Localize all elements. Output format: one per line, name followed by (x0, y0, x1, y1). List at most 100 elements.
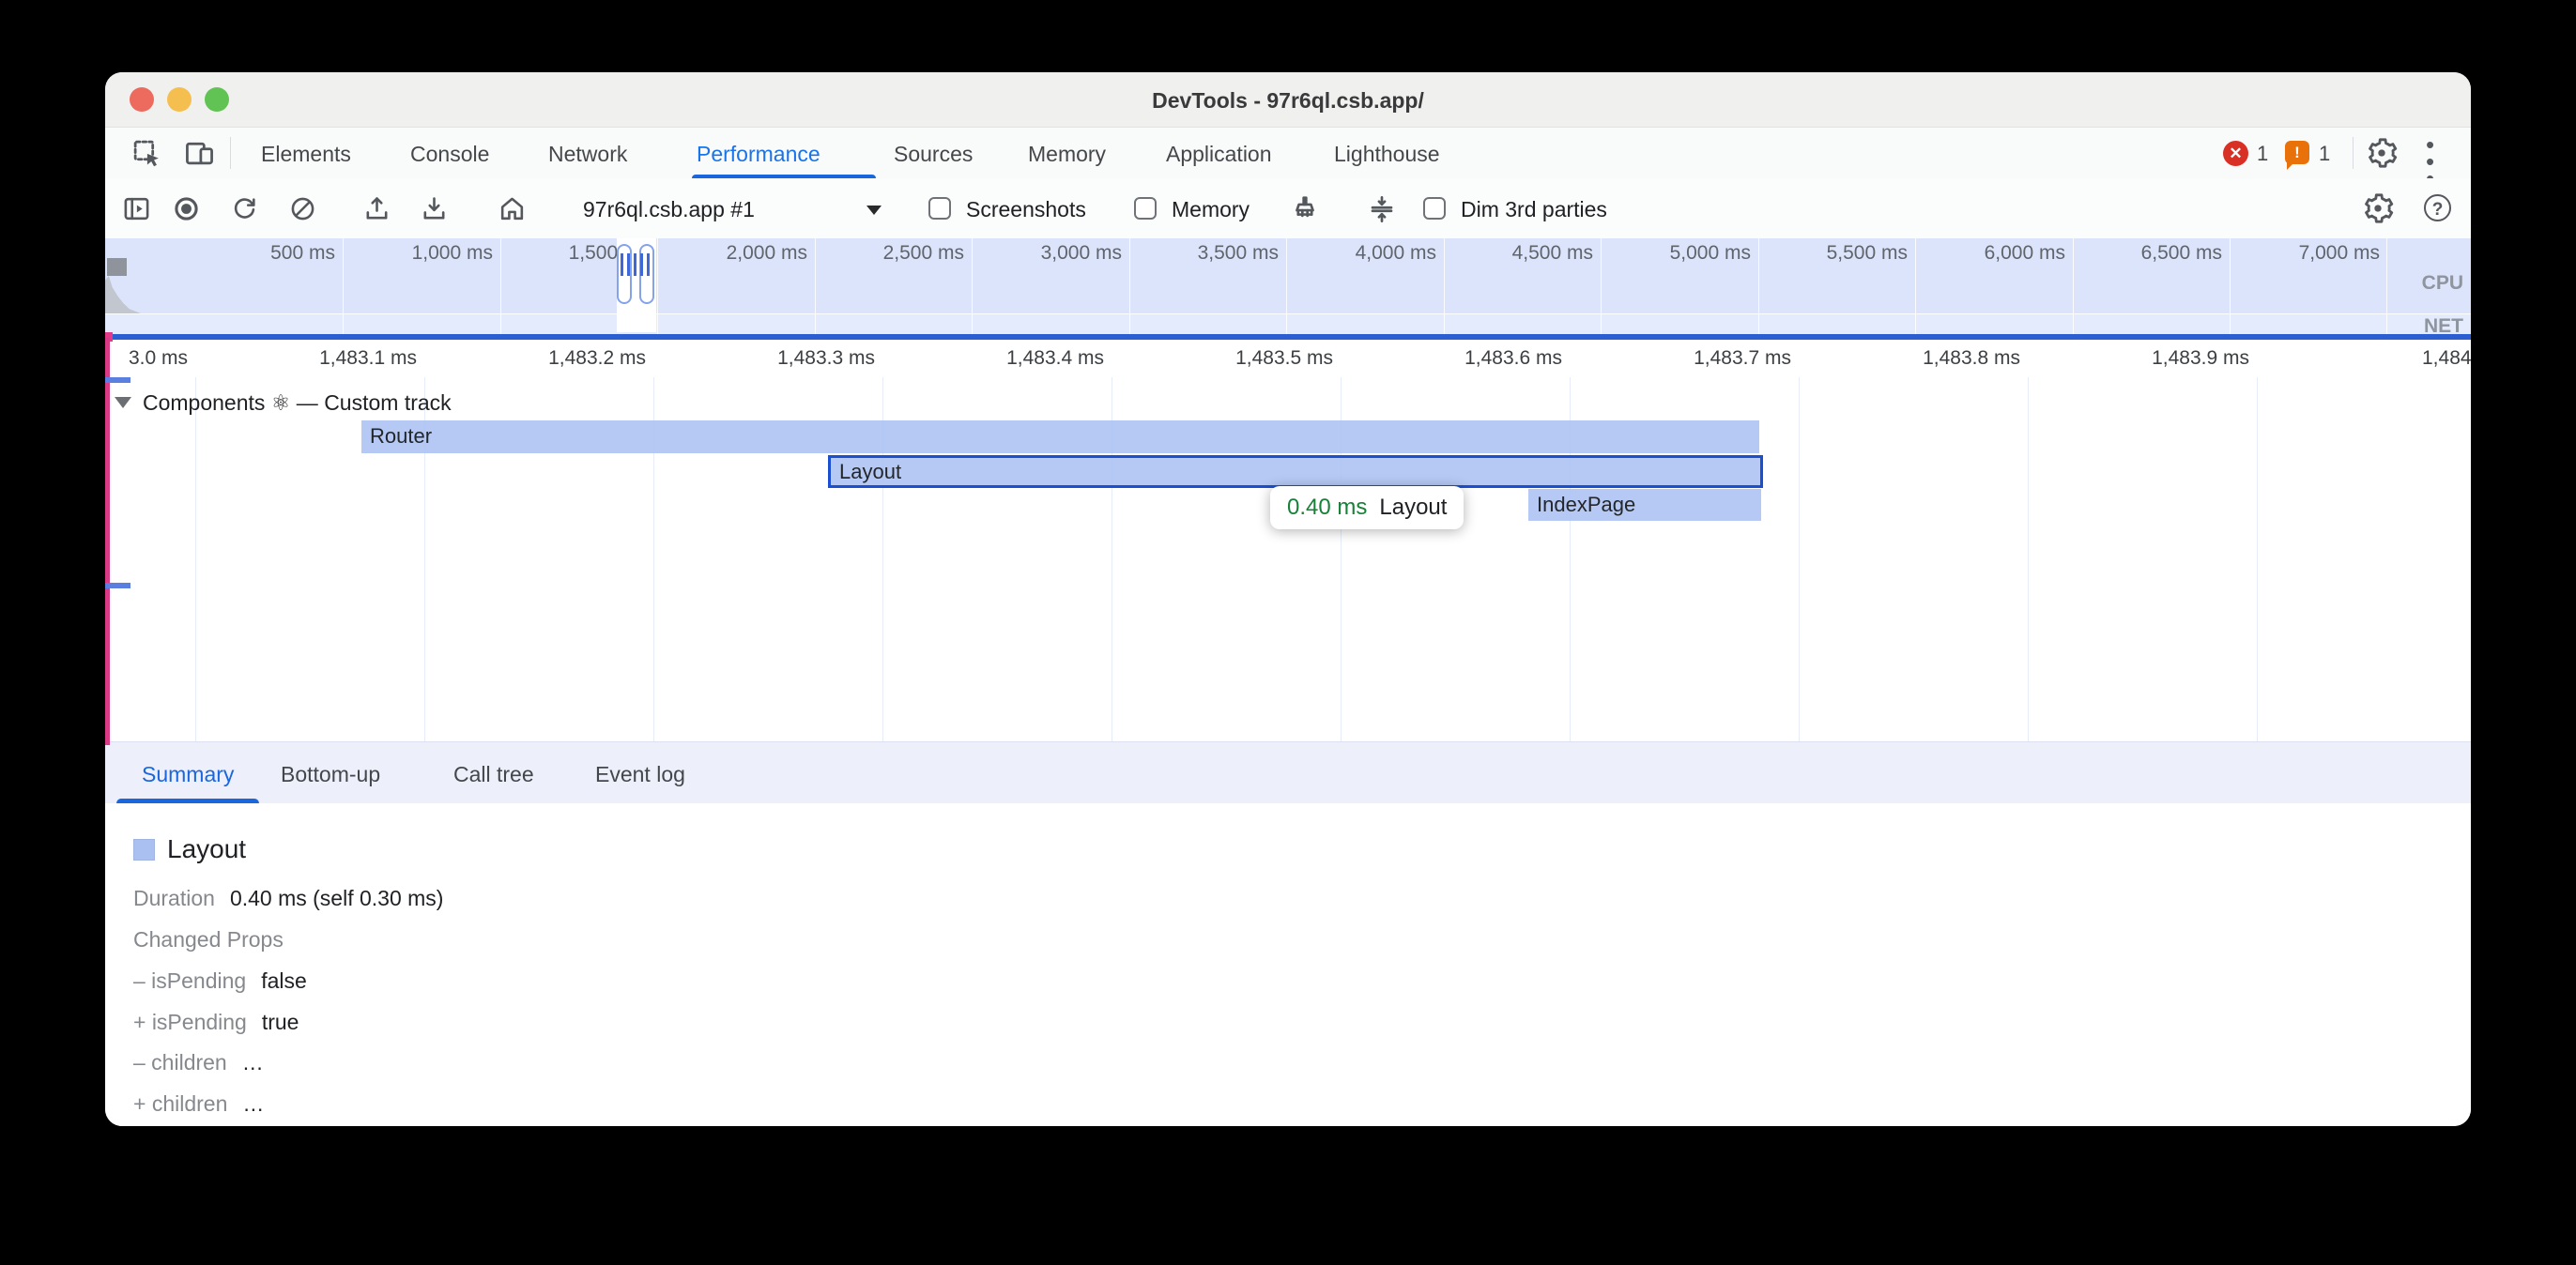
flame-bar-router[interactable]: Router (361, 420, 1759, 453)
overview-tick: 3,500 ms (1110, 242, 1279, 265)
titlebar: DevTools - 97r6ql.csb.app/ (105, 72, 2471, 128)
window-title: DevTools - 97r6ql.csb.app/ (105, 72, 2471, 127)
collapse-track-icon[interactable] (115, 397, 131, 408)
devtools-tabbar: Elements Console Network Performance Sou… (105, 128, 2471, 178)
tab-lighthouse[interactable]: Lighthouse (1334, 128, 1440, 178)
tab-summary[interactable]: Summary (142, 742, 234, 804)
tooltip-event-name: Layout (1379, 495, 1447, 521)
tab-sources[interactable]: Sources (894, 128, 973, 178)
tooltip-duration: 0.40 ms (1287, 495, 1367, 521)
ruler-tick: 1,483.6 ms (1403, 347, 1562, 370)
track-header[interactable]: Components ⚛ — Custom track (115, 389, 452, 416)
dim-3rd-parties-label[interactable]: Dim 3rd parties (1461, 178, 1607, 238)
ruler-tick: 1,483.5 ms (1173, 347, 1333, 370)
tab-memory[interactable]: Memory (1028, 128, 1106, 178)
summary-row: + isPending true (133, 1008, 299, 1036)
screenshots-label[interactable]: Screenshots (966, 178, 1086, 238)
tab-event-log[interactable]: Event log (595, 742, 685, 804)
overview-event-tick (647, 253, 650, 276)
overview-tick: 5,500 ms (1739, 242, 1908, 265)
overview-event-tick (640, 253, 643, 276)
capture-settings-gear-icon[interactable] (2362, 192, 2394, 229)
overview-tick: 4,500 ms (1424, 242, 1593, 265)
details-tabstrip: Summary Bottom-up Call tree Event log (105, 741, 2471, 803)
track-extent-cap-bottom (105, 583, 130, 588)
tab-console[interactable]: Console (410, 128, 489, 178)
tab-network[interactable]: Network (548, 128, 627, 178)
summary-row-label: – children (133, 1050, 227, 1075)
ruler-tick: 1,483.2 ms (486, 347, 646, 370)
cpu-activity-block (107, 258, 127, 276)
summary-row: + children … (133, 1090, 264, 1118)
toggle-device-toolbar-icon[interactable] (184, 138, 215, 169)
dim-3rd-parties-checkbox[interactable] (1423, 197, 1446, 220)
cpu-track-label: CPU (2422, 272, 2463, 295)
tab-call-tree[interactable]: Call tree (453, 742, 534, 804)
summary-row-label: – isPending (133, 968, 246, 994)
summary-row-label: + isPending (133, 1010, 247, 1035)
tabbar-divider (2353, 137, 2354, 169)
screen: DevTools - 97r6ql.csb.app/ Elements Cons… (0, 0, 2576, 1265)
detail-time-ruler: 3.0 ms 1,483.1 ms 1,483.2 ms 1,483.3 ms … (105, 340, 2471, 377)
record-and-reload-button[interactable] (230, 194, 259, 228)
devtools-window: DevTools - 97r6ql.csb.app/ Elements Cons… (105, 72, 2471, 1126)
help-icon[interactable]: ? (2424, 194, 2451, 221)
overview-event-tick (621, 253, 623, 276)
history-dropdown-caret-icon[interactable] (866, 206, 882, 215)
ruler-tick: 1,483.1 ms (257, 347, 417, 370)
overview-tick: 7,000 ms (2211, 242, 2380, 265)
ruler-tick: 1,483.9 ms (2090, 347, 2249, 370)
error-badge-icon[interactable]: ✕ (2223, 141, 2248, 166)
ruler-tick: 1,483.7 ms (1632, 347, 1791, 370)
track-title: Components ⚛ — Custom track (143, 390, 452, 416)
overview-tick: 5,000 ms (1582, 242, 1751, 265)
warning-count[interactable]: 1 (2319, 128, 2330, 178)
overview-tick: 4,000 ms (1267, 242, 1436, 265)
settings-gear-icon[interactable] (2366, 137, 2398, 169)
clear-recordings-button[interactable] (288, 194, 317, 228)
summary-row: – children … (133, 1048, 264, 1076)
summary-row-value: … (242, 1050, 264, 1075)
flame-bar-indexpage[interactable]: IndexPage (1528, 489, 1761, 521)
overview-tick: 500 ms (166, 242, 335, 265)
summary-row-label: Changed Props (133, 927, 284, 953)
summary-pane: Layout Duration 0.40 ms (self 0.30 ms) C… (105, 803, 2471, 1126)
summary-row-value: … (242, 1091, 264, 1117)
tab-application[interactable]: Application (1166, 128, 1272, 178)
event-tooltip: 0.40 ms Layout (1270, 486, 1464, 529)
capture-settings-collapse-icon[interactable] (1367, 194, 1397, 229)
memory-label[interactable]: Memory (1172, 178, 1250, 238)
components-track: Components ⚛ — Custom track Router Layou… (105, 377, 2471, 741)
save-profile-icon[interactable] (420, 194, 449, 228)
overview-tick: 2,000 ms (638, 242, 807, 265)
summary-row: Changed Props (133, 925, 299, 953)
warning-badge-icon[interactable]: ! (2285, 141, 2309, 164)
error-count[interactable]: 1 (2257, 128, 2268, 178)
summary-row-value: true (262, 1010, 299, 1035)
summary-row: Duration 0.40 ms (self 0.30 ms) (133, 884, 443, 912)
flame-bar-layout[interactable]: Layout (828, 455, 1763, 488)
ruler-tick: 1,484 (2319, 347, 2471, 370)
tab-bottom-up[interactable]: Bottom-up (281, 742, 380, 804)
load-profile-icon[interactable] (362, 194, 391, 228)
event-color-swatch (133, 839, 155, 861)
tab-elements[interactable]: Elements (261, 128, 351, 178)
overview-event-tick (627, 253, 630, 276)
inspect-element-icon[interactable] (131, 138, 162, 169)
collect-garbage-icon[interactable] (1290, 194, 1320, 229)
performance-toolbar: 97r6ql.csb.app #1 Screenshots Memory (105, 178, 2471, 238)
toggle-live-metrics-icon[interactable] (122, 194, 151, 228)
record-button[interactable] (172, 194, 201, 228)
history-selector[interactable]: 97r6ql.csb.app #1 (583, 178, 755, 238)
ruler-tick: 3.0 ms (105, 347, 188, 370)
ruler-tick: 1,483.4 ms (944, 347, 1104, 370)
memory-checkbox[interactable] (1134, 197, 1157, 220)
cpu-activity-chart (105, 276, 141, 313)
screenshots-checkbox[interactable] (928, 197, 951, 220)
summary-row-value: 0.40 ms (self 0.30 ms) (230, 886, 444, 911)
home-live-metrics-icon[interactable] (498, 194, 527, 228)
timeline-overview[interactable]: 500 ms 1,000 ms 1,500 ms 2,000 ms 2,500 … (105, 238, 2471, 338)
overview-event-tick (634, 253, 636, 276)
tab-performance[interactable]: Performance (697, 128, 820, 178)
selected-range-bar (105, 334, 2471, 340)
